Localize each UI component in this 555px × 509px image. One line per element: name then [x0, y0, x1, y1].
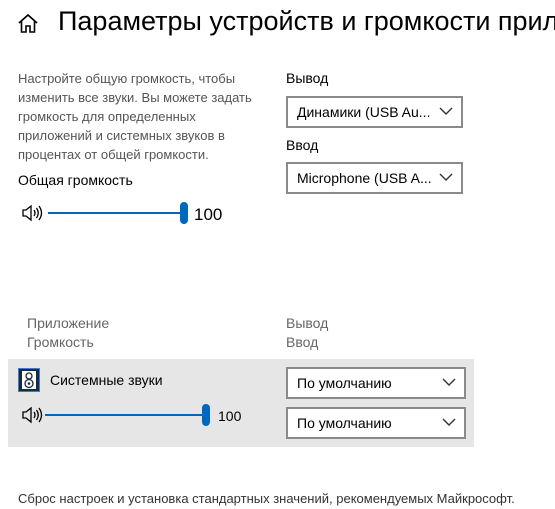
- col-header-app: Приложение: [27, 315, 110, 331]
- app-input-value: По умолчанию: [297, 415, 392, 431]
- master-volume-track[interactable]: [48, 212, 184, 214]
- col-header-input: Ввод: [286, 334, 319, 350]
- output-label: Вывод: [286, 70, 329, 86]
- output-device-value: Динамики (USB Au...: [297, 104, 431, 120]
- chevron-down-icon: [442, 418, 456, 426]
- app-output-dropdown[interactable]: По умолчанию: [286, 367, 466, 399]
- speaker-icon[interactable]: [21, 406, 43, 424]
- home-icon[interactable]: [16, 12, 40, 36]
- master-description: Настройте общую громкость, чтобы изменит…: [18, 71, 252, 162]
- col-header-volume: Громкость: [27, 334, 94, 350]
- app-name: Системные звуки: [50, 372, 163, 388]
- chevron-down-icon: [442, 378, 456, 386]
- chevron-down-icon: [439, 107, 453, 115]
- chevron-down-icon: [439, 173, 453, 181]
- speaker-icon[interactable]: [21, 204, 43, 222]
- app-volume-track[interactable]: [45, 414, 206, 416]
- app-input-dropdown[interactable]: По умолчанию: [286, 407, 466, 439]
- input-label: Ввод: [286, 137, 319, 153]
- input-device-dropdown[interactable]: Microphone (USB A...: [286, 162, 463, 194]
- app-volume-value: 100: [218, 408, 242, 424]
- master-volume-value: 100: [194, 205, 223, 224]
- master-volume-thumb[interactable]: [180, 202, 188, 224]
- app-output-value: По умолчанию: [297, 375, 392, 391]
- reset-text: Сброс настроек и установка стандартных з…: [18, 491, 515, 506]
- page-title: Параметры устройств и громкости прил: [58, 6, 555, 36]
- master-volume-label: Общая громкость: [18, 172, 133, 188]
- col-header-output: Вывод: [286, 315, 329, 331]
- app-volume-thumb[interactable]: [202, 404, 210, 426]
- output-device-dropdown[interactable]: Динамики (USB Au...: [286, 96, 463, 128]
- input-device-value: Microphone (USB A...: [297, 170, 432, 186]
- system-sounds-icon: [18, 368, 40, 392]
